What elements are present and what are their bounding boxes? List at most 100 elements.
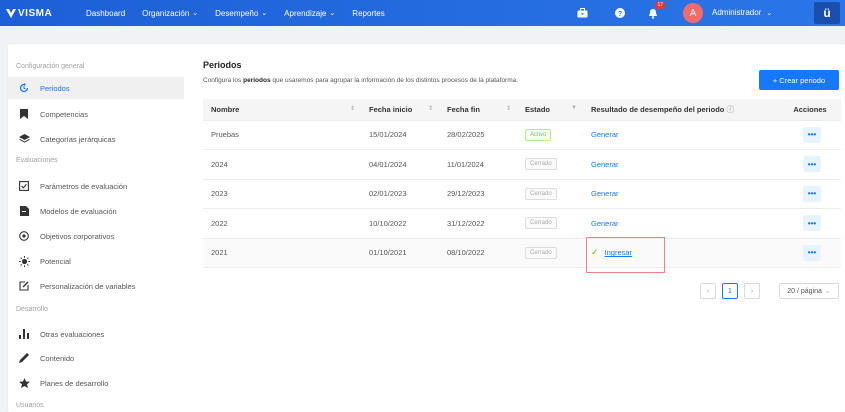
sidebar-item-categorias[interactable]: Categorías jerárquicas xyxy=(8,128,184,150)
cell-estado: Cerrado xyxy=(517,149,583,180)
sidebar-item-personalizacion[interactable]: Personalización de variables xyxy=(8,275,184,297)
column-header-resultado: Resultado de desempeño del periodo ⓘ xyxy=(583,99,779,121)
column-header-fecha-fin[interactable]: Fecha fin ⇕ xyxy=(439,99,517,121)
chevron-down-icon: ⌄ xyxy=(329,10,336,17)
cell-nombre: Pruebas xyxy=(203,120,361,150)
main-nav: Dashboard Organización ⌄ Desempeño ⌄ Apren… xyxy=(68,9,385,18)
bell-icon[interactable]: 17 xyxy=(645,2,665,21)
column-header-estado[interactable]: Estado ▼ xyxy=(517,99,583,121)
cell-acciones: ••• xyxy=(779,179,841,209)
sort-icon[interactable]: ⇕ xyxy=(350,105,355,112)
more-actions-button[interactable]: ••• xyxy=(803,126,821,143)
main-panel: Periodos Configura los periodos que usar… xyxy=(203,44,843,412)
sidebar-item-periodos[interactable]: Periodos xyxy=(8,77,184,99)
avatar[interactable]: A xyxy=(683,3,703,23)
nav-aprendizaje[interactable]: Aprendizaje ⌄ xyxy=(284,9,335,18)
column-header-nombre[interactable]: Nombre ⇕ xyxy=(203,99,361,121)
cell-nombre: 2024 xyxy=(203,149,361,180)
sidebar-item-label: Planes de desarrollo xyxy=(40,378,109,388)
target-icon xyxy=(18,230,30,242)
cell-resultado: Generar xyxy=(583,120,779,150)
column-header-acciones: Acciones xyxy=(779,99,841,121)
sidebar-item-label: Potencial xyxy=(40,256,71,266)
cell-estado: Cerrado xyxy=(517,179,583,209)
chevron-left-icon: ‹ xyxy=(706,287,710,295)
chevron-down-icon: ⌄ xyxy=(824,288,831,295)
cell-fecha-fin: 11/01/2024 xyxy=(439,149,517,180)
period-icon xyxy=(18,82,30,94)
cell-resultado: Generar xyxy=(583,149,779,180)
nav-dashboard[interactable]: Dashboard xyxy=(86,9,125,18)
chevron-down-icon: ⌄ xyxy=(766,10,773,17)
cell-acciones: ••• xyxy=(779,238,841,268)
sidebar-item-competencias[interactable]: Competencias xyxy=(8,103,184,125)
sidebar-item-objetivos[interactable]: Objetivos corporativos xyxy=(8,225,184,247)
cell-fecha-fin: 28/02/2025 xyxy=(439,120,517,150)
table-row: Pruebas 15/01/2024 28/02/2025 Activo Gen… xyxy=(203,120,841,150)
bar-chart-icon xyxy=(18,328,30,340)
nav-reportes[interactable]: Reportes xyxy=(352,9,384,18)
sidebar-item-label: Contenido xyxy=(40,353,75,363)
generar-link[interactable]: Generar xyxy=(591,189,619,198)
nav-desempeno[interactable]: Desempeño ⌄ xyxy=(215,9,267,18)
generar-link[interactable]: Generar xyxy=(591,160,619,169)
cell-acciones: ••• xyxy=(779,208,841,239)
page-description: Configura los periodos que usaremos para… xyxy=(203,77,519,84)
sidebar-section-evaluaciones: Evaluaciones xyxy=(16,157,58,164)
cell-resultado: Generar xyxy=(583,179,779,209)
sidebar: Configuración general Periodos Competenc… xyxy=(8,44,188,412)
more-actions-button[interactable]: ••• xyxy=(803,156,821,173)
sidebar-item-contenido[interactable]: Contenido xyxy=(8,347,184,369)
document-icon xyxy=(18,205,30,217)
column-header-fecha-inicio[interactable]: Fecha inicio ⇕ xyxy=(361,99,439,121)
sidebar-item-parametros[interactable]: Parámetros de evaluación xyxy=(8,175,184,197)
sort-icon[interactable]: ⇕ xyxy=(506,105,511,112)
nav-organizacion[interactable]: Organización ⌄ xyxy=(142,9,198,18)
page-1-button[interactable]: 1 xyxy=(722,283,738,299)
cell-fecha-inicio: 02/01/2023 xyxy=(361,179,439,209)
sidebar-section-config: Configuración general xyxy=(16,63,85,70)
cell-acciones: ••• xyxy=(779,149,841,180)
sidebar-item-modelos[interactable]: Modelos de evaluación xyxy=(8,200,184,222)
next-page-button[interactable]: › xyxy=(744,283,760,299)
cell-estado: Activo xyxy=(517,120,583,150)
sun-icon xyxy=(18,255,30,267)
more-actions-button[interactable]: ••• xyxy=(803,244,821,261)
sidebar-item-planes[interactable]: Planes de desarrollo xyxy=(8,372,184,394)
help-icon[interactable]: ? xyxy=(612,5,628,21)
status-badge: Cerrado xyxy=(525,187,557,200)
sort-icon[interactable]: ⇕ xyxy=(428,105,433,112)
filter-icon[interactable]: ▼ xyxy=(571,105,577,111)
page-title: Periodos xyxy=(203,60,242,70)
periods-table: Nombre ⇕ Fecha inicio ⇕ Fecha fin ⇕ Estado ▼… xyxy=(203,99,841,268)
edit-icon xyxy=(18,280,30,292)
svg-text:?: ? xyxy=(618,11,622,18)
cell-nombre: 2021 xyxy=(203,238,361,268)
create-period-button[interactable]: + Crear periodo xyxy=(759,70,839,90)
sidebar-item-potencial[interactable]: Potencial xyxy=(8,250,184,272)
more-actions-button[interactable]: ••• xyxy=(803,185,821,202)
notification-badge: 17 xyxy=(655,2,665,9)
sidebar-item-label: Parámetros de evaluación xyxy=(40,181,128,191)
generar-link[interactable]: Generar xyxy=(591,130,619,139)
app-switcher-button[interactable]: ü xyxy=(814,2,840,24)
generar-link[interactable]: Generar xyxy=(591,219,619,228)
table-row: 2023 02/01/2023 29/12/2023 Cerrado Gener… xyxy=(203,179,841,209)
visma-logo[interactable]: VISMA xyxy=(6,8,68,19)
top-navigation-bar: VISMA Dashboard Organización ⌄ Desempeño ⌄… xyxy=(0,0,845,26)
cell-fecha-inicio: 10/10/2022 xyxy=(361,208,439,239)
more-actions-button[interactable]: ••• xyxy=(803,215,821,232)
cell-fecha-fin: 29/12/2023 xyxy=(439,179,517,209)
status-badge: Cerrado xyxy=(525,246,557,259)
cell-acciones: ••• xyxy=(779,120,841,150)
sidebar-item-label: Modelos de evaluación xyxy=(40,206,117,216)
sidebar-item-label: Personalización de variables xyxy=(40,281,136,291)
chevron-down-icon: ⌄ xyxy=(261,10,268,17)
cell-nombre: 2023 xyxy=(203,179,361,209)
user-menu[interactable]: Administrador ⌄ xyxy=(712,8,772,17)
page-size-select[interactable]: 20 / página ⌄ xyxy=(779,283,839,299)
sidebar-item-otras-evaluaciones[interactable]: Otras evaluaciones xyxy=(8,323,184,345)
info-icon[interactable]: ⓘ xyxy=(726,105,734,114)
prev-page-button[interactable]: ‹ xyxy=(700,283,716,299)
briefcase-icon[interactable] xyxy=(574,5,590,21)
